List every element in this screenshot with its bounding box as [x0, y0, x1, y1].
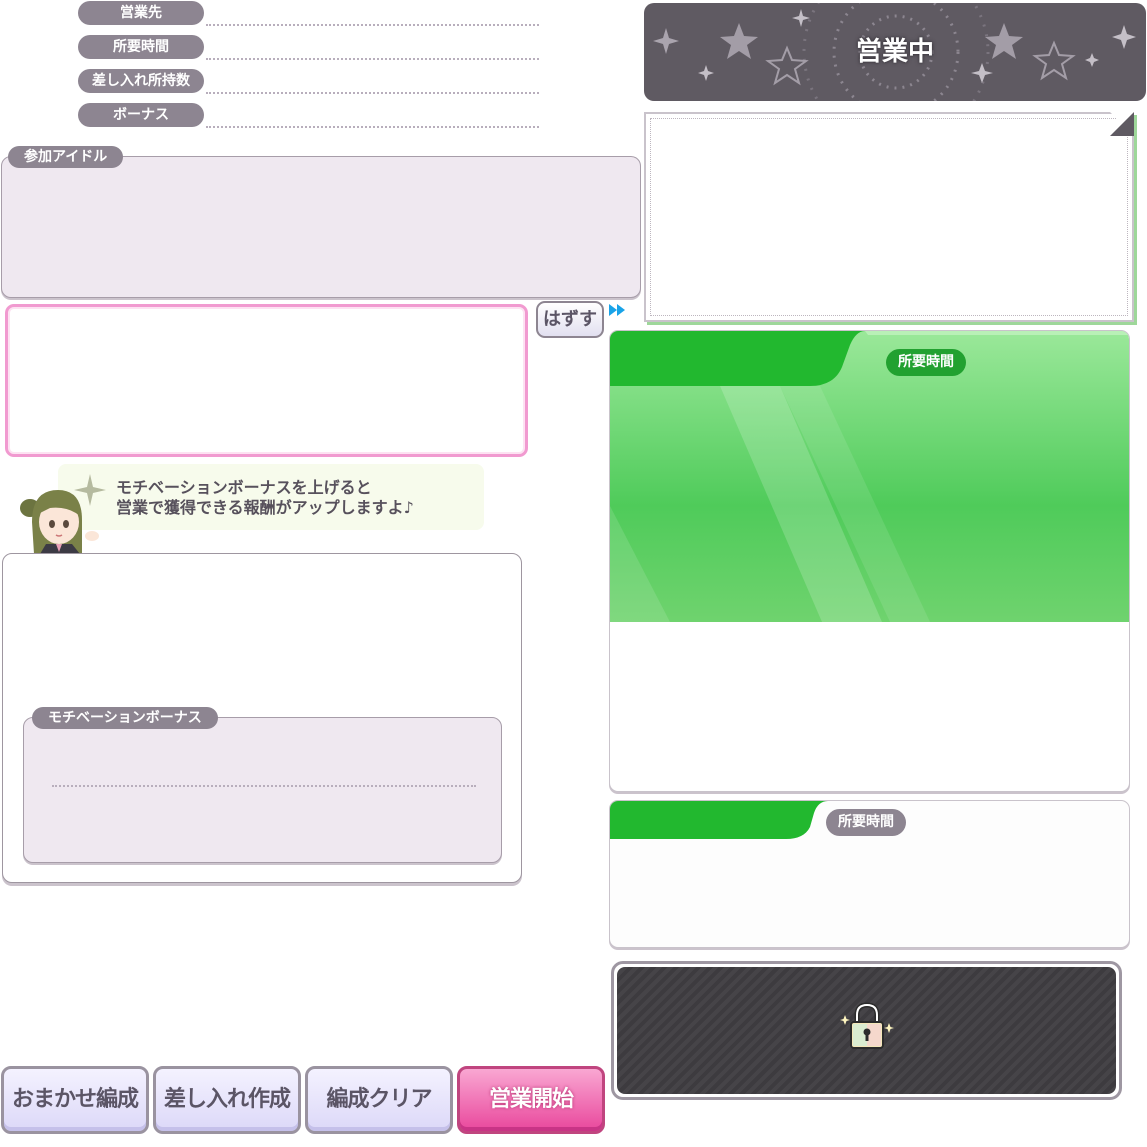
destination-label: 営業先 — [78, 1, 204, 25]
auto-formation-button[interactable]: おまかせ編成 — [1, 1066, 149, 1134]
hint-line-2: 営業で獲得できる報酬がアップしますよ♪ — [116, 498, 414, 517]
bonus-label: ボーナス — [78, 103, 204, 127]
character-avatar — [10, 486, 100, 554]
hint-text: モチベーションボーナスを上げると 営業で獲得できる報酬がアップしますよ♪ — [116, 478, 414, 518]
note-corner-fold — [1110, 112, 1134, 136]
motivation-value-line — [52, 785, 476, 787]
gift-count-value-line — [206, 92, 539, 94]
lock-icon — [840, 1002, 894, 1049]
motivation-label: モチベーションボーナス — [32, 707, 218, 729]
fast-forward-icon[interactable] — [608, 302, 628, 316]
participants-panel — [1, 156, 641, 298]
gift-count-label: 差し入れ所持数 — [78, 69, 204, 93]
hint-bubble: モチベーションボーナスを上げると 営業で獲得できる報酬がアップしますよ♪ — [58, 464, 484, 530]
reward-card-large[interactable]: 所要時間 — [609, 330, 1130, 792]
note-inner-border — [650, 118, 1128, 316]
locked-slot[interactable] — [611, 961, 1122, 1100]
reward-card-tab — [610, 331, 1129, 386]
create-gift-button[interactable]: 差し入れ作成 — [153, 1066, 301, 1134]
duration-value-line — [206, 58, 539, 60]
reward-card-small-duration-badge: 所要時間 — [826, 809, 906, 836]
selected-idol-slot[interactable] — [5, 304, 528, 457]
motivation-panel — [23, 717, 502, 863]
status-banner-title: 営業中 — [855, 37, 934, 67]
reward-card-duration-badge: 所要時間 — [886, 349, 966, 376]
duration-label: 所要時間 — [78, 35, 204, 59]
start-business-button[interactable]: 営業開始 — [457, 1066, 605, 1134]
reward-card-small[interactable]: 所要時間 — [609, 800, 1130, 948]
hint-line-1: モチベーションボーナスを上げると — [116, 478, 372, 497]
bonus-value-line — [206, 126, 539, 128]
detail-note-box — [644, 112, 1134, 322]
clear-formation-button[interactable]: 編成クリア — [305, 1066, 453, 1134]
glass-stripes — [610, 386, 930, 622]
status-banner: 営業中 — [644, 3, 1146, 101]
destination-value-line — [206, 24, 539, 26]
remove-button[interactable]: はずす — [536, 301, 604, 338]
participants-label: 参加アイドル — [8, 146, 124, 168]
